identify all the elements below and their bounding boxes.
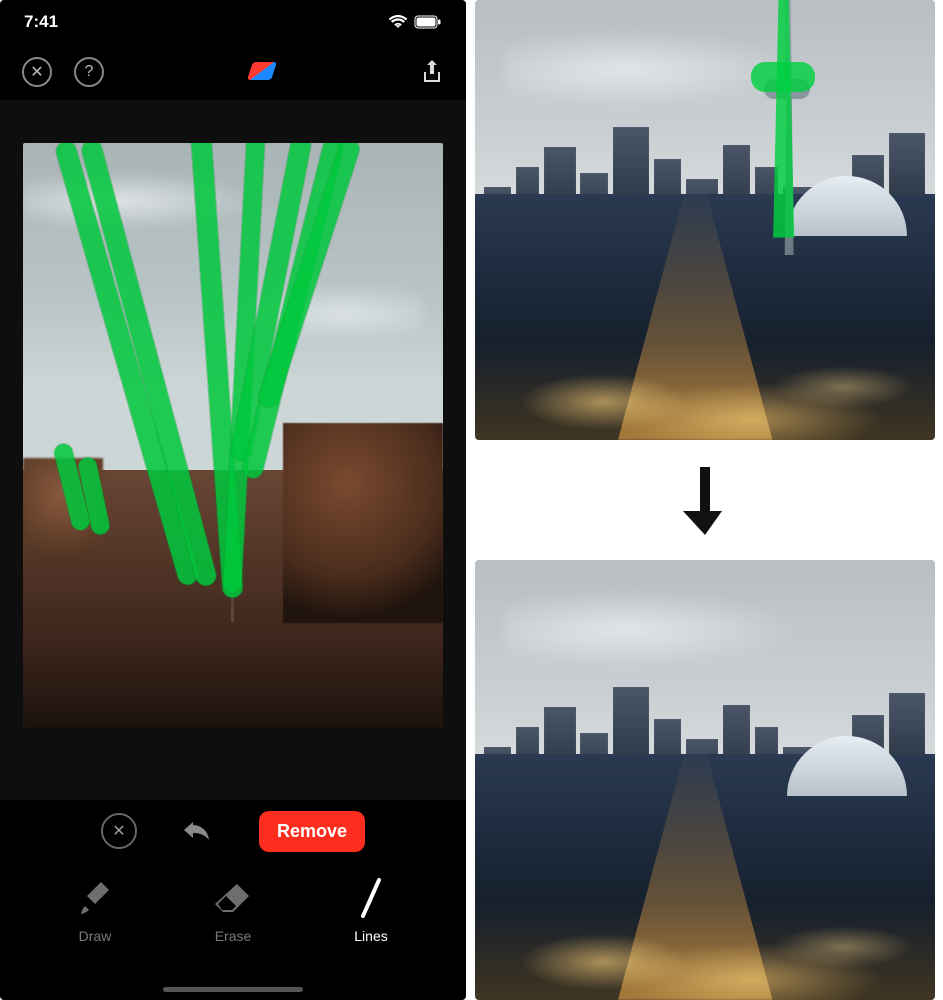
status-bar: 7:41 [0,0,466,44]
help-icon: ? [85,63,94,81]
close-icon: ✕ [30,62,43,82]
status-right [388,15,442,29]
city-after [475,560,935,1000]
tool-draw[interactable]: Draw [35,876,155,944]
eraser-icon [213,876,253,920]
help-button[interactable]: ? [74,57,104,87]
top-toolbar: ✕ ? [0,44,466,100]
cancel-icon: ✕ [112,821,125,841]
canvas-area[interactable] [0,100,466,800]
tool-label: Lines [354,928,387,944]
arrow-down-icon [680,461,730,539]
edited-photo[interactable] [23,143,443,728]
status-time: 7:41 [24,12,58,32]
share-button[interactable] [420,58,444,86]
tool-tabs: Draw Erase Lines [0,862,466,974]
brush-icon [77,876,113,920]
close-button[interactable]: ✕ [22,57,52,87]
tool-label: Draw [79,928,112,944]
tool-lines[interactable]: Lines [311,876,431,944]
phone-screenshot: 7:41 ✕ ? [0,0,466,1000]
eraser-tool-icon [242,58,282,86]
tool-erase[interactable]: Erase [173,876,293,944]
wifi-icon [388,15,408,29]
line-icon [357,876,385,920]
battery-icon [414,15,442,29]
home-indicator[interactable] [163,987,303,992]
cancel-selection-button[interactable]: ✕ [101,813,137,849]
remove-button[interactable]: Remove [259,811,365,852]
mark-stroke [751,62,815,92]
tool-label: Erase [215,928,252,944]
city-before [475,0,935,440]
undo-button[interactable] [181,818,215,844]
action-bar: ✕ Remove [0,800,466,862]
before-after-panel [466,0,943,1000]
remove-label: Remove [277,821,347,841]
